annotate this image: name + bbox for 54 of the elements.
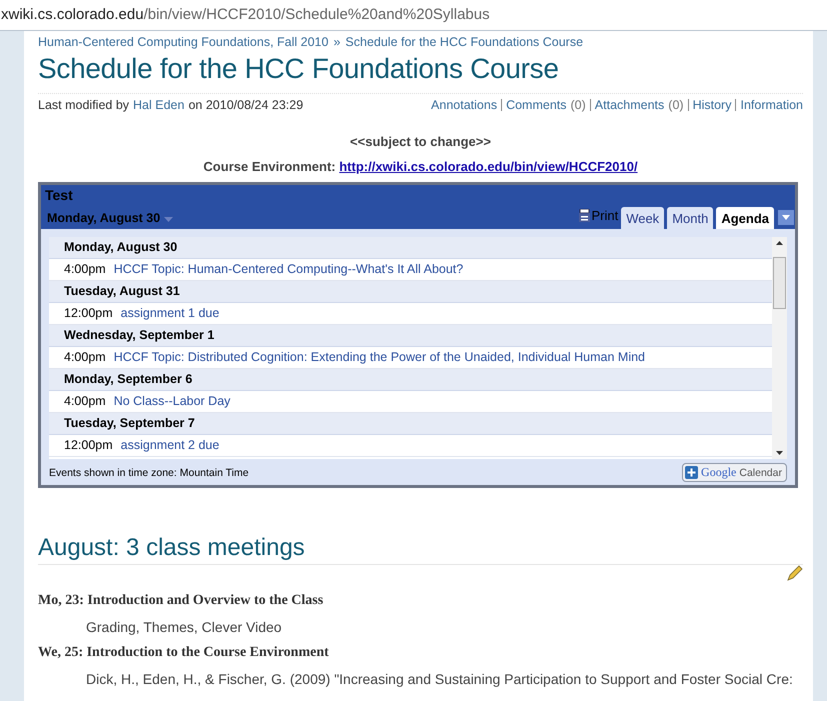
doc-link[interactable]: History [688, 99, 732, 111]
event-link[interactable]: HCCF Topic: Human-Centered Computing--What's It All About? [114, 262, 464, 277]
notice-text: <<subject to change>> [349, 134, 492, 149]
pencil-icon[interactable] [787, 565, 803, 581]
meeting-detail: Grading, Themes, Clever Video [86, 619, 283, 635]
day-header: Monday, September 6 [49, 369, 772, 391]
event-link[interactable]: No Class--Labor Day [114, 394, 230, 409]
day-header: Wednesday, September 1 [49, 325, 772, 347]
doc-link[interactable]: Attachments [590, 99, 664, 111]
doc-link[interactable]: Annotations [431, 98, 498, 112]
calendar-title: Test [44, 186, 74, 203]
env-label: Course Environment: [203, 159, 336, 174]
google-calendar-button[interactable]: Google Calendar [682, 463, 787, 482]
day-header: Tuesday, August 31 [49, 281, 772, 303]
plus-icon [685, 466, 698, 479]
page-title: Schedule for the HCC Foundations Course [38, 53, 560, 85]
event-link[interactable]: assignment 1 due [120, 306, 220, 321]
doc-link[interactable]: Information [735, 99, 803, 111]
scroll-down-icon[interactable] [776, 451, 783, 455]
day-header: Tuesday, September 7 [49, 413, 772, 435]
event-time: 4:00pm [64, 394, 106, 409]
scroll-up-icon[interactable] [776, 241, 783, 245]
view-tab[interactable]: Month [667, 207, 714, 229]
meta-text: Last modified by [38, 98, 130, 112]
event-time: 12:00pm [64, 306, 113, 321]
view-tab[interactable]: Agenda [716, 207, 774, 229]
event-time: 4:00pm [64, 350, 106, 365]
meeting-heading: Mo, 23: Introduction and Overview to the Class [38, 593, 324, 609]
meeting-heading: We, 25: Introduction to the Course Environment [38, 645, 330, 661]
section-heading: August: 3 class meetings [38, 534, 803, 565]
caret-icon [782, 215, 790, 220]
breadcrumb-link[interactable]: Human-Centered Computing Foundations, Fall 2010 [38, 35, 328, 49]
address-bar[interactable]: xwiki.cs.colorado.edu/bin/view/HCCF2010/Schedule%20and%20Syllabus [0, 0, 827, 31]
event-link[interactable]: assignment 2 due [120, 438, 220, 453]
timezone-text: Events shown in time zone: Mountain Time [49, 466, 249, 478]
author-link[interactable]: Hal Eden [133, 98, 184, 112]
scroll-thumb[interactable] [773, 257, 786, 309]
meta-text: on 2010/08/24 23:29 [188, 98, 304, 112]
course-url-link[interactable]: http://xwiki.cs.colorado.edu/bin/view/HCCF2010/ [339, 159, 638, 174]
breadcrumb-separator: » [333, 35, 340, 49]
view-tab[interactable]: Week [621, 207, 664, 229]
day-header: Monday, August 30 [49, 237, 772, 259]
event-link[interactable]: HCCF Topic: Distributed Cognition: Extending the Power of the Unaided, Individual Human Mind [114, 350, 646, 365]
scrollbar[interactable] [772, 237, 787, 459]
count-text: (0) [668, 98, 684, 112]
meeting-detail: Dick, H., Eden, H., & Fischer, G. (2009) "Increasing and Sustaining Participation to Support and Foster Social Cre: [86, 671, 794, 687]
count-text: (0) [570, 98, 586, 112]
breadcrumb-link[interactable]: Schedule for the HCC Foundations Course [345, 35, 584, 49]
dropdown-arrow-icon [164, 217, 173, 222]
event-time: 12:00pm [64, 438, 113, 453]
event-time: 4:00pm [64, 262, 106, 277]
menu-dropdown-button[interactable] [778, 210, 794, 225]
printer-icon [579, 209, 590, 222]
doc-link[interactable]: Comments [501, 99, 567, 111]
